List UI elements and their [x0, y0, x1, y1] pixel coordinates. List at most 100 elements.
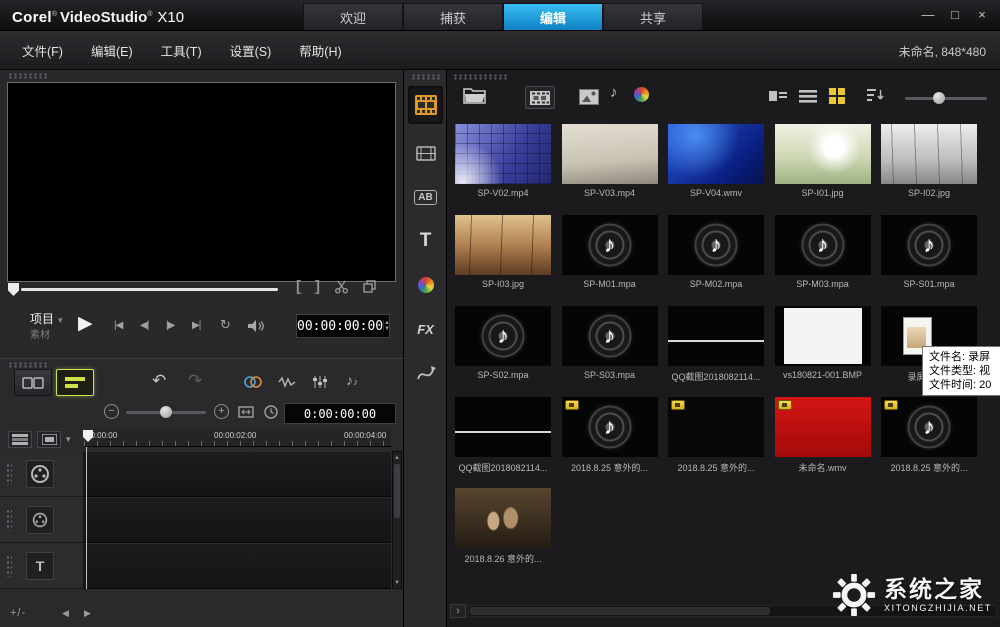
library-item[interactable]: SP-I02.jpg [876, 124, 982, 212]
show-all-tracks-button[interactable] [8, 431, 32, 448]
overlay-track-header[interactable] [0, 497, 83, 543]
timeline-vertical-scrollbar[interactable]: ▲ ▼ [392, 451, 402, 589]
clip-mode-label[interactable]: 素材 [30, 329, 63, 343]
mark-out-button[interactable]: ] [315, 278, 320, 295]
timeline-timecode: 0:00:00:00 [284, 403, 396, 424]
tab-share[interactable]: 共享 [603, 3, 703, 30]
library-item[interactable]: ♪2018.8.25 意外的... [557, 397, 663, 485]
audio-wave-button[interactable] [278, 375, 296, 389]
redo-button[interactable]: ↷ [188, 371, 202, 391]
panel-drag-handle[interactable] [8, 73, 48, 79]
tab-welcome[interactable]: 欢迎 [303, 3, 403, 30]
media-library-button[interactable] [408, 86, 443, 124]
zoom-in-button[interactable]: + [214, 404, 229, 419]
caret-down-icon[interactable]: ▾ [66, 434, 71, 445]
prev-frame-button[interactable]: ◀| [140, 320, 148, 331]
go-end-button[interactable]: ▶| [192, 320, 200, 331]
minimize-button[interactable]: — [918, 6, 938, 24]
library-item[interactable]: vs180821-001.BMP [770, 306, 876, 394]
library-item-label: SP-S03.mpa [557, 370, 663, 380]
scrubber-handle[interactable] [8, 283, 19, 296]
undo-button[interactable]: ↶ [152, 371, 166, 391]
zoom-out-button[interactable]: − [104, 404, 119, 419]
panel-drag-handle[interactable] [8, 362, 48, 368]
library-item[interactable]: ♪SP-M01.mpa [557, 215, 663, 303]
menu-file[interactable]: 文件(F) [22, 41, 63, 60]
filter-button[interactable]: FX [408, 310, 443, 348]
close-button[interactable]: × [972, 6, 992, 24]
library-item[interactable]: ♪2018.8.25 意外的... [876, 397, 982, 485]
menu-help[interactable]: 帮助(H) [299, 41, 341, 60]
title-button[interactable]: T [408, 222, 443, 260]
project-mode-label[interactable]: 项目 [30, 312, 54, 326]
library-item[interactable]: SP-I01.jpg [770, 124, 876, 212]
scroll-down-button[interactable]: ▼ [393, 577, 401, 588]
library-item[interactable]: 未命名.wmv [770, 397, 876, 485]
music-note-icon: ♪ [353, 377, 358, 388]
library-item[interactable]: SP-V03.mp4 [557, 124, 663, 212]
go-start-button[interactable]: |◀ [114, 320, 122, 331]
title-track-lane[interactable] [84, 543, 391, 589]
tab-capture[interactable]: 捕获 [403, 3, 503, 30]
graphic-button[interactable] [408, 266, 443, 304]
video-track-lane[interactable] [84, 451, 391, 497]
sound-mixer-button[interactable] [312, 375, 328, 389]
library-item[interactable]: SP-V02.mp4 [450, 124, 556, 212]
next-frame-button[interactable]: |▶ [166, 320, 174, 331]
color-grading-button[interactable] [244, 375, 262, 389]
project-duration-button[interactable] [264, 405, 278, 419]
library-item[interactable]: 2018.8.26 意外的... [450, 488, 556, 576]
library-item[interactable]: QQ截图2018082114... [663, 306, 769, 394]
scroll-right-button[interactable]: ▶ [84, 608, 91, 619]
menu-settings[interactable]: 设置(S) [230, 41, 272, 60]
library-item[interactable]: ♪SP-M03.mpa [770, 215, 876, 303]
library-scroll-button[interactable]: › [450, 604, 466, 618]
scrubber-track[interactable] [21, 288, 278, 291]
transition-button[interactable]: AB [408, 178, 443, 216]
library-item[interactable]: ♪SP-S01.mpa [876, 215, 982, 303]
library-item[interactable]: SP-V04.wmv [663, 124, 769, 212]
auto-music-button[interactable]: ♪♪ [346, 372, 358, 388]
scroll-left-button[interactable]: ◀ [62, 608, 69, 619]
scrollbar-thumb[interactable] [470, 607, 770, 615]
timeline-zoom-slider-handle[interactable] [160, 406, 172, 418]
track-drag-handle[interactable] [6, 555, 12, 577]
panel-drag-handle[interactable] [411, 74, 440, 80]
track-manager-button[interactable] [37, 431, 61, 448]
instant-project-button[interactable] [408, 134, 443, 172]
playhead-marker[interactable] [83, 430, 93, 442]
tab-edit[interactable]: 编辑 [503, 3, 603, 30]
motion-path-button[interactable] [408, 354, 443, 392]
maximize-button[interactable]: □ [945, 6, 965, 24]
menu-tools[interactable]: 工具(T) [161, 41, 202, 60]
library-item[interactable]: ♪SP-S02.mpa [450, 306, 556, 394]
library-item[interactable]: SP-I03.jpg [450, 215, 556, 303]
video-track-header[interactable] [0, 451, 83, 497]
track-drag-handle[interactable] [6, 463, 12, 485]
fit-project-button[interactable] [238, 406, 254, 418]
timeline-ruler[interactable]: 00:00:0000:00:02:0000:00:04:00 [84, 429, 391, 447]
library-item[interactable]: 2018.8.25 意外的... [663, 397, 769, 485]
library-item[interactable]: ♪SP-M02.mpa [663, 215, 769, 303]
track-drag-handle[interactable] [6, 509, 12, 531]
scrollbar-thumb[interactable] [394, 464, 400, 518]
split-clip-button[interactable] [334, 279, 349, 294]
add-remove-track-button[interactable]: +/- [10, 607, 26, 619]
scroll-up-button[interactable]: ▲ [393, 452, 401, 463]
library-item[interactable]: ♪SP-S03.mpa [557, 306, 663, 394]
overlay-track-button[interactable] [26, 506, 54, 534]
timeline-view-button[interactable] [56, 369, 94, 396]
storyboard-view-button[interactable] [14, 369, 52, 396]
overlay-track-lane[interactable] [84, 497, 391, 543]
repeat-button[interactable]: ↻ [220, 317, 231, 333]
menu-edit[interactable]: 编辑(E) [91, 41, 133, 60]
enlarge-preview-button[interactable] [363, 280, 376, 293]
video-track-button[interactable] [26, 460, 54, 488]
title-track-header[interactable]: T [0, 543, 83, 589]
title-track-button[interactable]: T [26, 552, 54, 580]
volume-button[interactable] [246, 319, 264, 333]
spin-down-button[interactable]: ▼ [384, 326, 390, 332]
library-item[interactable]: QQ截图2018082114... [450, 397, 556, 485]
mark-in-button[interactable]: [ [296, 278, 301, 295]
play-button[interactable]: ▶ [78, 312, 93, 335]
